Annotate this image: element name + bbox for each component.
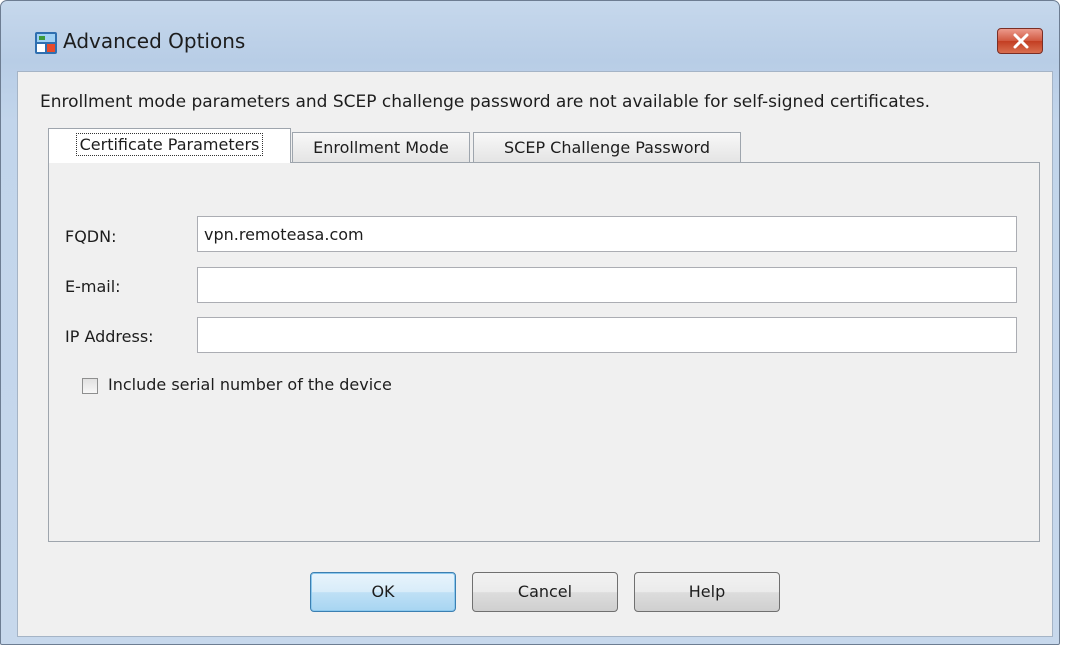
email-label: E-mail: xyxy=(65,277,121,296)
certificate-parameters-panel: FQDN: E-mail: IP Address: Include serial… xyxy=(48,162,1040,542)
fqdn-label: FQDN: xyxy=(65,227,117,246)
dialog-body: Enrollment mode parameters and SCEP chal… xyxy=(17,71,1053,637)
fqdn-input[interactable] xyxy=(197,216,1017,252)
help-button[interactable]: Help xyxy=(634,572,780,612)
advanced-options-dialog: Advanced Options Enrollment mode paramet… xyxy=(0,0,1060,645)
tab-label: Certificate Parameters xyxy=(75,133,264,156)
window-title: Advanced Options xyxy=(63,29,246,53)
tab-label: SCEP Challenge Password xyxy=(504,138,710,157)
tab-label: Enrollment Mode xyxy=(313,138,449,157)
email-input[interactable] xyxy=(197,267,1017,303)
tab-certificate-parameters[interactable]: Certificate Parameters xyxy=(48,128,291,163)
app-icon xyxy=(35,32,57,54)
info-text: Enrollment mode parameters and SCEP chal… xyxy=(40,92,931,112)
close-button[interactable] xyxy=(997,28,1043,54)
tab-enrollment-mode[interactable]: Enrollment Mode xyxy=(292,132,470,162)
ok-button[interactable]: OK xyxy=(310,572,456,612)
cancel-button[interactable]: Cancel xyxy=(472,572,618,612)
serial-number-label[interactable]: Include serial number of the device xyxy=(108,375,392,394)
ip-address-label: IP Address: xyxy=(65,327,154,346)
title-bar[interactable]: Advanced Options xyxy=(1,1,1059,71)
serial-number-checkbox[interactable] xyxy=(82,378,98,394)
ip-address-input[interactable] xyxy=(197,317,1017,353)
close-icon xyxy=(1013,33,1029,49)
tab-scep-challenge-password[interactable]: SCEP Challenge Password xyxy=(473,132,741,162)
